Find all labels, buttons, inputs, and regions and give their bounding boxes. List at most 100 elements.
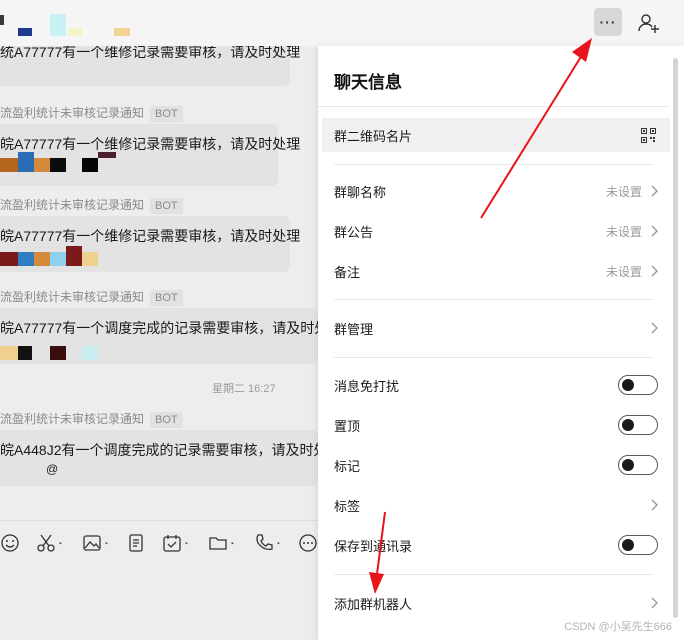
message-bubble: 皖A448J2有一个调度完成的记录需要审核，请及时处理 @	[0, 430, 318, 486]
row-label: 标记	[334, 458, 361, 474]
row-value: 未设置	[605, 224, 642, 239]
redacted-block	[0, 158, 18, 172]
folder-icon[interactable]	[208, 533, 228, 553]
message-text: 皖A448J2有一个调度完成的记录需要审核，请及时处理	[0, 442, 318, 458]
row-value: 未设置	[605, 264, 642, 279]
message-text: 统A77777有一个维修记录需要审核，请及时处理	[0, 46, 301, 60]
phone-icon[interactable]	[254, 533, 274, 553]
divider	[334, 299, 654, 300]
redacted-block	[66, 246, 82, 266]
row-label: 群公告	[334, 224, 374, 240]
divider	[334, 574, 654, 575]
divider	[334, 164, 654, 165]
message-text: 皖A77777有一个维修记录需要审核，请及时处理	[0, 136, 301, 152]
message-sender: 流盈利统计未审核记录通知 BOT	[0, 410, 183, 428]
chevron-right-icon	[651, 225, 658, 237]
more-icon: ···	[599, 14, 617, 30]
pin-row: 置顶	[322, 408, 670, 442]
row-label: 保存到通讯录	[334, 538, 413, 554]
message-text: 皖A77777有一个调度完成的记录需要审核，请及时处理	[0, 320, 318, 336]
group-manage-row[interactable]: 群管理	[322, 311, 670, 345]
redacted-title-block	[18, 28, 32, 36]
panel-scrollbar[interactable]	[673, 58, 678, 618]
chat-header: ···	[0, 0, 684, 46]
sender-name: 流盈利统计未审核记录通知	[0, 198, 145, 212]
row-label: 消息免打扰	[334, 378, 400, 394]
mark-row: 标记	[322, 448, 670, 482]
redacted-block	[82, 158, 98, 172]
chevron-down-icon[interactable]	[276, 533, 284, 553]
row-label: 群二维码名片	[334, 128, 413, 144]
redacted-block	[82, 252, 98, 266]
chevron-down-icon[interactable]	[58, 533, 66, 553]
redacted-title-block	[0, 15, 4, 25]
chat-info-panel: 聊天信息 群二维码名片 群聊名称 未设置 群公告 未设置 备注 未设置 群管理 …	[318, 46, 684, 640]
chevron-right-icon	[651, 597, 658, 609]
panel-title: 聊天信息	[334, 73, 402, 92]
sender-name: 流盈利统计未审核记录通知	[0, 290, 145, 304]
bot-badge: BOT	[150, 412, 183, 428]
redacted-title-block	[68, 28, 82, 36]
redacted-block	[50, 252, 66, 266]
group-notice-row[interactable]: 群公告 未设置	[322, 214, 670, 248]
redacted-block	[18, 152, 34, 172]
redacted-block	[82, 346, 98, 360]
input-toolbar	[0, 520, 318, 640]
redacted-title-block	[50, 14, 66, 36]
redacted-block	[50, 158, 66, 172]
chevron-right-icon	[651, 185, 658, 197]
divider	[334, 357, 654, 358]
message-text: 皖A77777有一个维修记录需要审核，请及时处理	[0, 228, 301, 244]
chat-messages-area[interactable]: 统A77777有一个维修记录需要审核，请及时处理 流盈利统计未审核记录通知 BOT…	[0, 46, 318, 520]
more-tools-icon[interactable]	[298, 533, 318, 553]
qr-code-card-row[interactable]: 群二维码名片	[322, 118, 670, 152]
message-bubble: 皖A77777有一个维修记录需要审核，请及时处理	[0, 124, 300, 186]
more-options-button[interactable]: ···	[594, 8, 622, 36]
save-contacts-row: 保存到通讯录	[322, 528, 670, 562]
pin-toggle[interactable]	[618, 415, 658, 435]
add-member-icon[interactable]	[636, 11, 660, 35]
message-extra-text: @	[46, 462, 59, 476]
add-group-bot-row[interactable]: 添加群机器人	[322, 586, 670, 620]
chevron-right-icon	[651, 322, 658, 334]
emoji-icon[interactable]	[0, 533, 20, 553]
row-label: 置顶	[334, 418, 361, 434]
row-value: 未设置	[605, 184, 642, 199]
scissors-icon[interactable]	[36, 533, 56, 553]
chevron-right-icon	[651, 265, 658, 277]
message-sender: 流盈利统计未审核记录通知 BOT	[0, 104, 183, 122]
redacted-block	[0, 346, 18, 360]
remark-row[interactable]: 备注 未设置	[322, 254, 670, 288]
mute-toggle[interactable]	[618, 375, 658, 395]
redacted-block	[50, 346, 66, 360]
image-icon[interactable]	[82, 533, 102, 553]
chevron-right-icon	[651, 499, 658, 511]
message-sender: 流盈利统计未审核记录通知 BOT	[0, 288, 183, 306]
row-label: 群聊名称	[334, 184, 387, 200]
row-label: 群管理	[334, 321, 374, 337]
redacted-block	[34, 252, 50, 266]
divider	[318, 106, 670, 107]
message-bubble: 皖A77777有一个维修记录需要审核，请及时处理	[0, 216, 300, 272]
bot-badge: BOT	[150, 106, 183, 122]
redacted-block	[18, 252, 34, 266]
save-contacts-toggle[interactable]	[618, 535, 658, 555]
sender-name: 流盈利统计未审核记录通知	[0, 106, 145, 120]
mark-toggle[interactable]	[618, 455, 658, 475]
message-bubble: 统A77777有一个维修记录需要审核，请及时处理	[0, 46, 300, 86]
qr-code-icon	[641, 128, 656, 143]
document-icon[interactable]	[126, 533, 146, 553]
message-timestamp: 星期二 16:27	[212, 383, 276, 395]
message-sender: 流盈利统计未审核记录通知 BOT	[0, 196, 183, 214]
redacted-title-block	[114, 28, 130, 36]
calendar-check-icon[interactable]	[162, 533, 182, 553]
chevron-down-icon[interactable]	[184, 533, 192, 553]
row-label: 备注	[334, 264, 361, 280]
chevron-down-icon[interactable]	[104, 533, 112, 553]
tags-row[interactable]: 标签	[322, 488, 670, 522]
chevron-down-icon[interactable]	[230, 533, 238, 553]
redacted-block	[0, 252, 18, 266]
bot-badge: BOT	[150, 198, 183, 214]
sender-name: 流盈利统计未审核记录通知	[0, 412, 145, 426]
group-name-row[interactable]: 群聊名称 未设置	[322, 174, 670, 208]
